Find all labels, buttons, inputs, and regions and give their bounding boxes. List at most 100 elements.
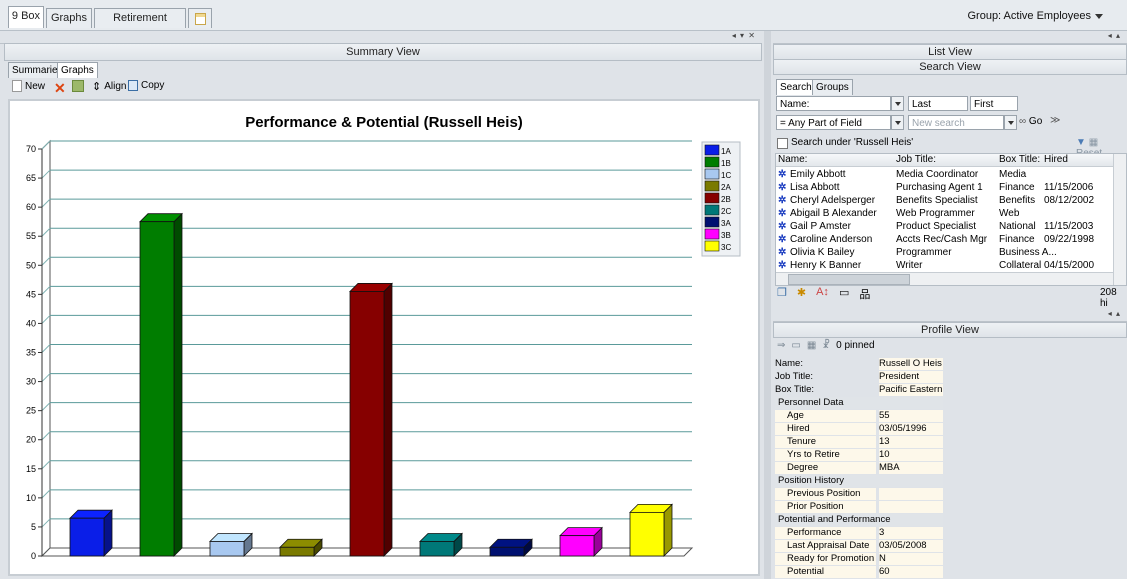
org-chart-icon[interactable]: 品 (859, 286, 870, 302)
col-name[interactable]: Name: (778, 154, 807, 165)
cell-job-title: Purchasing Agent 1 (896, 182, 983, 193)
profile-key: Ready for Promotion (775, 553, 876, 565)
profile-row: Name: Russell O Heis (775, 358, 943, 370)
bar-top (279, 538, 323, 548)
profile-value (879, 501, 943, 513)
new-button[interactable]: New (12, 80, 45, 92)
chart-settings-icon[interactable] (72, 80, 84, 92)
search-view-title: Search View (773, 59, 1127, 75)
subtab-graphs[interactable]: Graphs (57, 62, 98, 78)
y-tick-label: 65 (26, 173, 36, 183)
new-search-dropdown[interactable] (1004, 115, 1017, 130)
person-icon: ✲ (778, 247, 787, 258)
bar-top (489, 538, 533, 548)
dock-controls-icon[interactable]: ◂ ▴ (1108, 309, 1121, 318)
last-name-input[interactable]: Last (908, 96, 968, 111)
y-tick-label: 35 (26, 348, 36, 358)
tab-retirement-tracking[interactable]: Retirement Tracking (94, 8, 186, 43)
dock-controls-icon[interactable]: ◂ ▾ ✕ (732, 31, 756, 40)
name-field-dropdown[interactable] (891, 96, 904, 111)
list-item[interactable]: ✲ Abigail B Alexander Web Programmer Web (776, 207, 1126, 220)
y-tick-label: 40 (26, 318, 36, 328)
save-icon[interactable]: ▭ (791, 340, 800, 351)
profile-row: Age 55 (775, 410, 943, 422)
list-view-title: List View (773, 44, 1127, 60)
people-icon[interactable]: ☧ (822, 340, 830, 351)
search-under-label: Search under 'Russell Heis' (791, 137, 914, 148)
list-vertical-scrollbar[interactable] (1113, 154, 1126, 285)
expand-icon[interactable]: ≫ (1050, 115, 1060, 126)
search-under-checkbox[interactable] (777, 138, 788, 149)
y-tick-label: 45 (26, 289, 36, 299)
align-label: Align (104, 81, 127, 92)
person-icon: ✲ (778, 208, 787, 219)
cell-name: Cheryl Adelsperger (790, 195, 876, 206)
dock-controls-icon[interactable]: ◂ ▴ (1108, 31, 1121, 40)
chevron-down-icon (1095, 13, 1103, 19)
tab-9-box[interactable]: 9 Box (8, 6, 44, 28)
new-search-input[interactable]: New search (908, 115, 1004, 130)
legend-swatch (704, 192, 720, 204)
list-item[interactable]: ✲ Cheryl Adelsperger Benefits Specialist Be… (776, 194, 1126, 207)
tab-graphs[interactable]: Graphs (46, 8, 92, 28)
go-label: Go (1028, 116, 1043, 127)
legend-label: 2B (721, 195, 731, 204)
y-tick-label: 55 (26, 231, 36, 241)
save-icon[interactable]: ▭ (839, 286, 849, 302)
delete-icon[interactable]: ✕ (54, 80, 66, 97)
pin-icon[interactable]: ✱ (797, 286, 806, 302)
sort-icon[interactable]: A↕ (816, 286, 829, 302)
y-tick-label: 0 (31, 551, 36, 561)
group-label: Group: Active Employees (967, 10, 1091, 22)
profile-section-header[interactable]: Potential and Performance (775, 514, 943, 526)
group-selector[interactable]: Group: Active Employees (967, 10, 1103, 22)
match-mode-select[interactable]: = Any Part of Field (776, 115, 891, 130)
profile-section-header[interactable]: Position History (775, 475, 943, 487)
profile-row: Prior Position (775, 501, 943, 513)
list-item[interactable]: ✲ Emily Abbott Media Coordinator Media (776, 168, 1126, 181)
tab-add[interactable] (188, 8, 212, 28)
copy-label: Copy (141, 80, 165, 91)
copy-button[interactable]: Copy (128, 80, 164, 91)
cell-hired: 11/15/2003 (1044, 221, 1094, 232)
list-horizontal-scrollbar[interactable] (776, 272, 1113, 285)
cell-box-title: Finance (999, 182, 1035, 193)
copy-icon[interactable]: ❐ (777, 286, 787, 302)
cell-name: Lisa Abbott (790, 182, 840, 193)
tab-groups[interactable]: Groups (812, 79, 853, 95)
legend-swatch (704, 144, 720, 156)
list-item[interactable]: ✲ Olivia K Bailey Programmer Business A... (776, 246, 1126, 259)
col-hired[interactable]: Hired (1044, 154, 1068, 165)
list-item[interactable]: ✲ Gail P Amster Product Specialist National… (776, 220, 1126, 233)
list-item[interactable]: ✲ Henry K Banner Writer Collateral 04/15/200… (776, 259, 1126, 272)
list-item[interactable]: ✲ Lisa Abbott Purchasing Agent 1 Finance 11/… (776, 181, 1126, 194)
employee-list: Name: Job Title: Box Title: Hired ✲ Emily… (775, 153, 1127, 286)
profile-key: Potential (775, 566, 876, 578)
tab-search[interactable]: Search (776, 79, 816, 95)
profile-value: President (879, 371, 943, 383)
match-mode-dropdown[interactable] (891, 115, 904, 130)
name-field-select[interactable]: Name: (776, 96, 891, 111)
profile-key: Age (775, 410, 876, 422)
cell-hired: 04/15/2000 (1044, 260, 1095, 271)
col-box-title[interactable]: Box Title: (999, 154, 1040, 165)
col-job-title[interactable]: Job Title: (896, 154, 936, 165)
align-button[interactable]: ⇕ Align (92, 80, 126, 93)
legend-swatch (704, 156, 720, 168)
person-icon: ✲ (778, 260, 787, 271)
grid-icon[interactable]: ▦ (807, 340, 816, 351)
cell-box-title: Web (999, 208, 1020, 219)
first-name-input[interactable]: First (970, 96, 1018, 111)
bar-top (559, 527, 603, 537)
profile-section-header[interactable]: Personnel Data (775, 397, 943, 409)
cell-name: Olivia K Bailey (790, 247, 855, 258)
list-item[interactable]: ✲ Caroline Anderson Accts Rec/Cash Mgr Fina… (776, 233, 1126, 246)
go-button[interactable]: ∞ Go (1019, 116, 1042, 127)
cell-name: Caroline Anderson (790, 234, 873, 245)
profile-key: Degree (775, 462, 876, 474)
bar-1B (139, 221, 175, 557)
pin-icon[interactable]: ⇒ (777, 340, 785, 351)
scroll-thumb[interactable] (788, 274, 910, 285)
bar-3C (629, 511, 665, 557)
splitter[interactable] (764, 31, 771, 579)
